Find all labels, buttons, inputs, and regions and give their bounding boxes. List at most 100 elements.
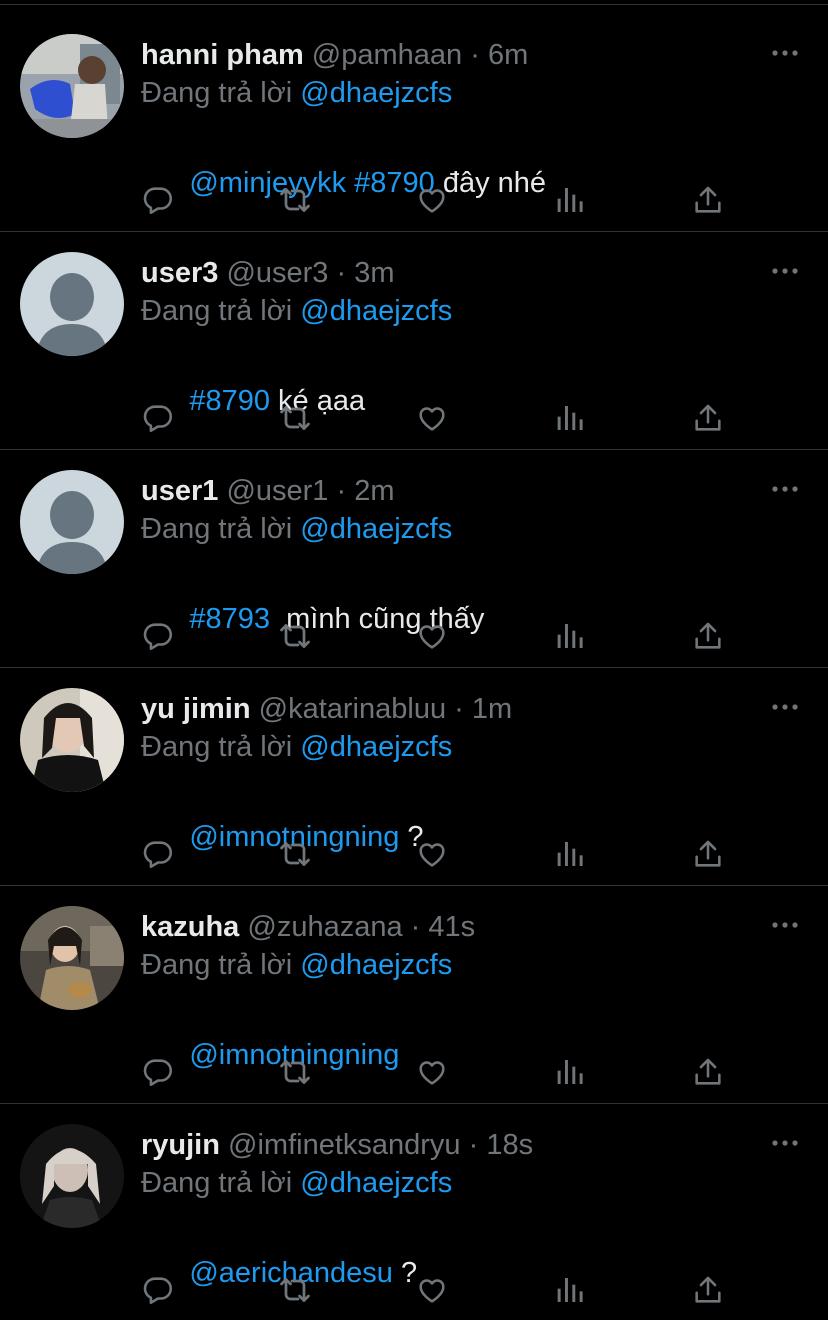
analytics-icon[interactable]: [551, 398, 591, 438]
reply-prefix: Đang trả lời: [141, 513, 293, 545]
tweet-text: @minjeyykk #8790 đây nhé: [141, 123, 546, 199]
display-name[interactable]: kazuha: [141, 911, 239, 943]
share-icon[interactable]: [688, 834, 728, 874]
tweet-text: #8793 mình cũng thấy: [141, 559, 484, 635]
handle[interactable]: @zuhazana: [247, 911, 402, 943]
retweet-icon[interactable]: [275, 616, 315, 656]
avatar[interactable]: [20, 34, 124, 138]
tweet-kazuha[interactable]: kazuha @zuhazana · 41s Đang trả lời @dha…: [0, 876, 828, 1094]
tweet-text: #8790 ké ạaa: [141, 341, 365, 417]
retweet-icon[interactable]: [275, 180, 315, 220]
avatar[interactable]: [20, 1124, 124, 1228]
reply-feed: hanni pham @pamhaan · 6m Đang trả lời @d…: [0, 0, 828, 1320]
handle[interactable]: @pamhaan: [312, 39, 462, 71]
more-options-icon[interactable]: [772, 694, 798, 720]
handle[interactable]: @user1: [226, 475, 328, 507]
tweet-text: @imnotningning: [141, 995, 399, 1071]
replying-to: Đang trả lời @dhaejzcfs: [141, 728, 452, 766]
timestamp[interactable]: 6m: [488, 39, 528, 71]
reply-icon[interactable]: [138, 1270, 178, 1310]
reply-icon[interactable]: [138, 1052, 178, 1092]
timestamp[interactable]: 1m: [472, 693, 512, 725]
handle[interactable]: @user3: [226, 257, 328, 289]
analytics-icon[interactable]: [551, 180, 591, 220]
display-name[interactable]: hanni pham: [141, 39, 304, 71]
reply-prefix: Đang trả lời: [141, 1167, 293, 1199]
retweet-icon[interactable]: [275, 398, 315, 438]
replying-to: Đang trả lời @dhaejzcfs: [141, 292, 452, 330]
share-icon[interactable]: [688, 398, 728, 438]
tweet-header: user3 @user3 · 3m: [141, 257, 395, 289]
more-options-icon[interactable]: [772, 476, 798, 502]
analytics-icon[interactable]: [551, 1052, 591, 1092]
reply-icon[interactable]: [138, 398, 178, 438]
handle[interactable]: @imfinetksandryu: [228, 1129, 461, 1161]
replying-to: Đang trả lời @dhaejzcfs: [141, 946, 452, 984]
reply-prefix: Đang trả lời: [141, 949, 293, 981]
replying-to-link[interactable]: @dhaejzcfs: [300, 1167, 452, 1199]
like-icon[interactable]: [412, 616, 452, 656]
replying-to: Đang trả lời @dhaejzcfs: [141, 510, 452, 548]
like-icon[interactable]: [412, 1052, 452, 1092]
tweet-header: user1 @user1 · 2m: [141, 475, 395, 507]
reply-prefix: Đang trả lời: [141, 77, 293, 109]
share-icon[interactable]: [688, 1052, 728, 1092]
tweet-header: kazuha @zuhazana · 41s: [141, 911, 476, 943]
reply-icon[interactable]: [138, 180, 178, 220]
reply-prefix: Đang trả lời: [141, 295, 293, 327]
avatar[interactable]: [20, 906, 124, 1010]
tweet-header: hanni pham @pamhaan · 6m: [141, 39, 529, 71]
tweet-user3[interactable]: user3 @user3 · 3m Đang trả lời @dhaejzcf…: [0, 222, 828, 440]
avatar[interactable]: [20, 470, 124, 574]
reply-icon[interactable]: [138, 834, 178, 874]
replying-to-link[interactable]: @dhaejzcfs: [300, 731, 452, 763]
tweet-header: ryujin @imfinetksandryu · 18s: [141, 1129, 534, 1161]
more-options-icon[interactable]: [772, 40, 798, 66]
display-name[interactable]: user1: [141, 475, 218, 507]
replying-to-link[interactable]: @dhaejzcfs: [300, 295, 452, 327]
retweet-icon[interactable]: [275, 834, 315, 874]
timestamp[interactable]: 41s: [428, 911, 475, 943]
timestamp[interactable]: 2m: [354, 475, 394, 507]
display-name[interactable]: ryujin: [141, 1129, 220, 1161]
like-icon[interactable]: [412, 398, 452, 438]
like-icon[interactable]: [412, 834, 452, 874]
avatar[interactable]: [20, 688, 124, 792]
display-name[interactable]: yu jimin: [141, 693, 251, 725]
replying-to: Đang trả lời @dhaejzcfs: [141, 74, 452, 112]
reply-prefix: Đang trả lời: [141, 731, 293, 763]
replying-to-link[interactable]: @dhaejzcfs: [300, 513, 452, 545]
retweet-icon[interactable]: [275, 1270, 315, 1310]
avatar[interactable]: [20, 252, 124, 356]
analytics-icon[interactable]: [551, 834, 591, 874]
timestamp[interactable]: 3m: [354, 257, 394, 289]
tweet-actions: [141, 1270, 741, 1310]
analytics-icon[interactable]: [551, 616, 591, 656]
replying-to-link[interactable]: @dhaejzcfs: [300, 949, 452, 981]
tweet-ryujin[interactable]: ryujin @imfinetksandryu · 18s Đang trả l…: [0, 1094, 828, 1312]
share-icon[interactable]: [688, 180, 728, 220]
tweet-header: yu jimin @katarinabluu · 1m: [141, 693, 513, 725]
timestamp[interactable]: 18s: [486, 1129, 533, 1161]
share-icon[interactable]: [688, 616, 728, 656]
tweet-hanni-pham[interactable]: hanni pham @pamhaan · 6m Đang trả lời @d…: [0, 4, 828, 222]
retweet-icon[interactable]: [275, 1052, 315, 1092]
more-options-icon[interactable]: [772, 258, 798, 284]
analytics-icon[interactable]: [551, 1270, 591, 1310]
tweet-yu-jimin[interactable]: yu jimin @katarinabluu · 1m Đang trả lời…: [0, 658, 828, 876]
replying-to-link[interactable]: @dhaejzcfs: [300, 77, 452, 109]
tweet-text: @imnotningning ?: [141, 777, 423, 853]
share-icon[interactable]: [688, 1270, 728, 1310]
handle[interactable]: @katarinabluu: [259, 693, 446, 725]
tweet-actions: [141, 180, 741, 220]
more-options-icon[interactable]: [772, 912, 798, 938]
tweet-actions: [141, 616, 741, 656]
tweet-user1[interactable]: user1 @user1 · 2m Đang trả lời @dhaejzcf…: [0, 440, 828, 658]
like-icon[interactable]: [412, 180, 452, 220]
reply-icon[interactable]: [138, 616, 178, 656]
tweet-text: @aerichandesu ?: [141, 1213, 417, 1289]
like-icon[interactable]: [412, 1270, 452, 1310]
more-options-icon[interactable]: [772, 1130, 798, 1156]
tweet-actions: [141, 834, 741, 874]
display-name[interactable]: user3: [141, 257, 218, 289]
